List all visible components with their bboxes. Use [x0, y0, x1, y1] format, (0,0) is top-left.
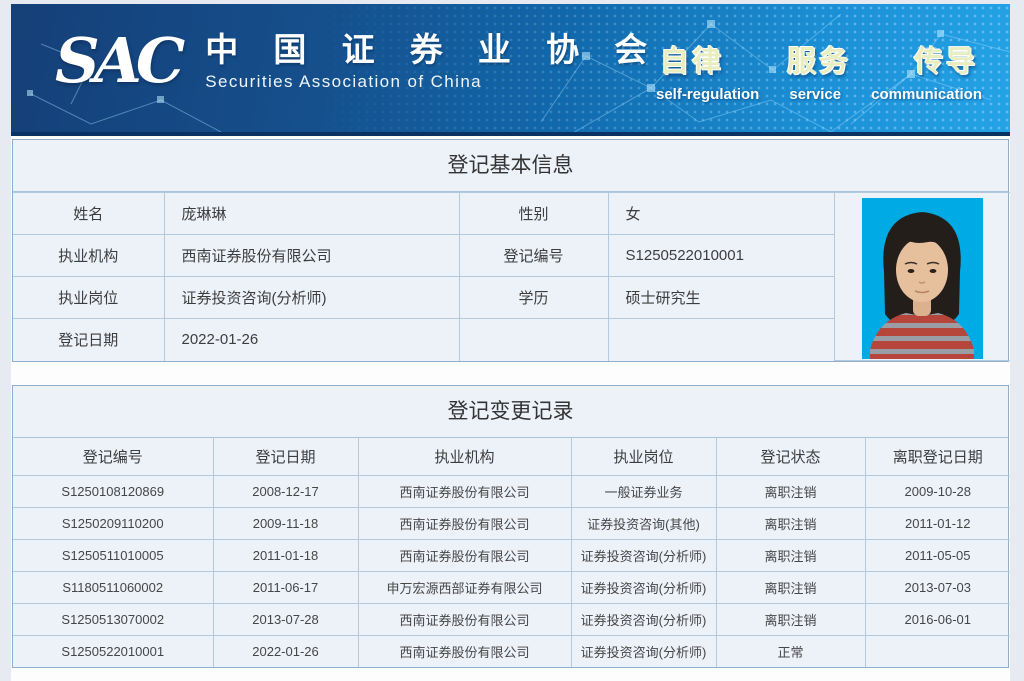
field-value-gender: 女 — [607, 192, 835, 235]
table-cell: 西南证券股份有限公司 — [357, 474, 572, 508]
field-value-position: 证券投资咨询(分析师) — [163, 276, 460, 319]
column-header: 执业机构 — [357, 438, 572, 476]
field-value-education: 硕士研究生 — [607, 276, 834, 319]
table-row: S1250513070002 2013-07-28 西南证券股份有限公司 证券投资咨询… — [13, 602, 1010, 636]
org-name-en: Securities Association of China — [205, 71, 483, 91]
change-records-section: 登记变更记录 登记编号 登记日期 执业机构 执业岗位 登记状态 离职登记日期 S12501… — [12, 385, 1010, 668]
field-value-name: 庞琳琳 — [163, 192, 460, 235]
change-records-title: 登记变更记录 — [13, 386, 1008, 438]
table-row: S1250108120869 2008-12-17 西南证券股份有限公司 一般证券业务… — [13, 474, 1010, 508]
table-cell: 2011-01-18 — [212, 538, 359, 572]
slogan-self-regulation-cn: 自律 — [660, 46, 725, 78]
field-value-reg-date: 2022-01-26 — [163, 318, 460, 361]
site-header: SAC 中 国 证 券 业 协 会 Securities Association… — [11, 4, 1010, 136]
column-header: 离职登记日期 — [864, 438, 1010, 476]
field-label-name: 姓名 — [13, 192, 165, 235]
table-row: 姓名 庞琳琳 性别 女 — [13, 192, 1010, 361]
field-label-education: 学历 — [458, 276, 609, 319]
table-cell: 2009-10-28 — [864, 474, 1010, 508]
table-cell: 2022-01-26 — [212, 634, 359, 667]
slogan-service-cn: 服务 — [786, 46, 851, 78]
table-cell: 2016-06-01 — [864, 602, 1010, 636]
id-photo-image — [861, 198, 983, 359]
empty-cell — [607, 318, 834, 361]
column-header-row: 登记编号 登记日期 执业机构 执业岗位 登记状态 离职登记日期 — [13, 438, 1010, 476]
table-row: S1250511010005 2011-01-18 西南证券股份有限公司 证券投资咨询… — [13, 538, 1010, 572]
table-cell: 西南证券股份有限公司 — [357, 634, 572, 667]
table-cell: 2011-05-05 — [864, 538, 1010, 572]
table-cell: 证券投资咨询(其他) — [570, 506, 717, 540]
table-cell: 证券投资咨询(分析师) — [570, 570, 717, 604]
org-name-cn: 中 国 证 券 业 协 会 — [205, 31, 661, 69]
empty-cell — [458, 318, 609, 361]
content-frame: SAC 中 国 证 券 业 协 会 Securities Association… — [11, 4, 1010, 681]
field-label-reg-date: 登记日期 — [13, 318, 165, 361]
change-records-table: 登记编号 登记日期 执业机构 执业岗位 登记状态 离职登记日期 S125010812086… — [13, 438, 1010, 667]
field-label-position: 执业岗位 — [13, 276, 165, 319]
org-names: 中 国 证 券 业 协 会 Securities Association of … — [205, 30, 660, 92]
slogan-self-regulation-en: self-regulation — [656, 86, 760, 103]
table-cell — [864, 634, 1010, 667]
page: SAC 中 国 证 券 业 协 会 Securities Association… — [0, 0, 1024, 681]
field-value-reg-number: S1250522010001 — [607, 234, 834, 277]
table-cell: 2011-06-17 — [212, 570, 359, 604]
table-cell: 证券投资咨询(分析师) — [570, 602, 717, 636]
table-cell: 一般证券业务 — [570, 474, 717, 508]
table-cell: 西南证券股份有限公司 — [357, 602, 572, 636]
field-label-org: 执业机构 — [13, 234, 165, 277]
column-header: 登记编号 — [13, 438, 214, 476]
photo-cell — [833, 192, 1010, 361]
table-cell: S1250522010001 — [13, 634, 214, 667]
field-label-reg-number: 登记编号 — [458, 234, 609, 277]
table-cell: 离职注销 — [715, 538, 866, 572]
main-content: 登记基本信息 姓名 庞琳琳 性别 女 执业机构 西南证券股份有限公司 登记编号 … — [11, 136, 1010, 668]
slogan-communication-cn: 传导 — [913, 46, 978, 78]
slogan-communication-en: communication — [871, 86, 982, 103]
basic-info-section: 登记基本信息 姓名 庞琳琳 性别 女 执业机构 西南证券股份有限公司 登记编号 … — [12, 139, 1010, 362]
table-cell: 申万宏源西部证券有限公司 — [357, 570, 572, 604]
table-row: S1180511060002 2011-06-17 申万宏源西部证券有限公司 证券投资… — [13, 570, 1010, 604]
table-cell: 离职注销 — [715, 506, 866, 540]
table-cell: S1250513070002 — [13, 602, 214, 636]
slogan-service-en: service — [789, 86, 842, 103]
table-cell: S1180511060002 — [13, 570, 214, 604]
slogan-row-en: self-regulation service communication — [656, 86, 982, 103]
table-cell: S1250108120869 — [13, 474, 214, 508]
table-cell: 离职注销 — [715, 474, 866, 508]
field-label-gender: 性别 — [458, 192, 609, 235]
column-header: 登记状态 — [715, 438, 866, 476]
table-cell: 2013-07-03 — [864, 570, 1010, 604]
sac-brand: SAC 中 国 证 券 业 协 会 Securities Association… — [55, 30, 660, 92]
change-records-head: 登记编号 登记日期 执业机构 执业岗位 登记状态 离职登记日期 — [13, 438, 1010, 476]
table-cell: 西南证券股份有限公司 — [357, 506, 572, 540]
column-header: 执业岗位 — [570, 438, 717, 476]
table-row: S1250209110200 2009-11-18 西南证券股份有限公司 证券投资咨询… — [13, 506, 1010, 540]
field-value-org: 西南证券股份有限公司 — [163, 234, 460, 277]
table-cell: 证券投资咨询(分析师) — [570, 538, 717, 572]
table-cell: S1250209110200 — [13, 506, 214, 540]
table-cell: 2011-01-12 — [864, 506, 1010, 540]
table-cell: 西南证券股份有限公司 — [357, 538, 572, 572]
table-cell: 证券投资咨询(分析师) — [570, 634, 717, 667]
table-cell: 2009-11-18 — [212, 506, 359, 540]
table-cell: 离职注销 — [715, 602, 866, 636]
basic-info-table: 姓名 庞琳琳 性别 女 执业机构 西南证券股份有限公司 登记编号 S125052… — [13, 192, 1010, 361]
table-cell: 正常 — [715, 634, 866, 667]
table-cell: 2013-07-28 — [212, 602, 359, 636]
table-cell: 离职注销 — [715, 570, 866, 604]
basic-info-title: 登记基本信息 — [13, 140, 1008, 192]
slogan-row-cn: 自律 服务 传导 — [656, 48, 982, 77]
header-slogans: 自律 服务 传导 self-regulation service communi… — [656, 48, 982, 104]
sac-logo: SAC — [55, 24, 185, 97]
table-cell: S1250511010005 — [13, 538, 214, 572]
column-header: 登记日期 — [212, 438, 359, 476]
table-cell: 2008-12-17 — [212, 474, 359, 508]
table-row: S1250522010001 2022-01-26 西南证券股份有限公司 证券投资咨询… — [13, 634, 1010, 667]
change-records-body: S1250108120869 2008-12-17 西南证券股份有限公司 一般证券业务… — [13, 474, 1010, 667]
